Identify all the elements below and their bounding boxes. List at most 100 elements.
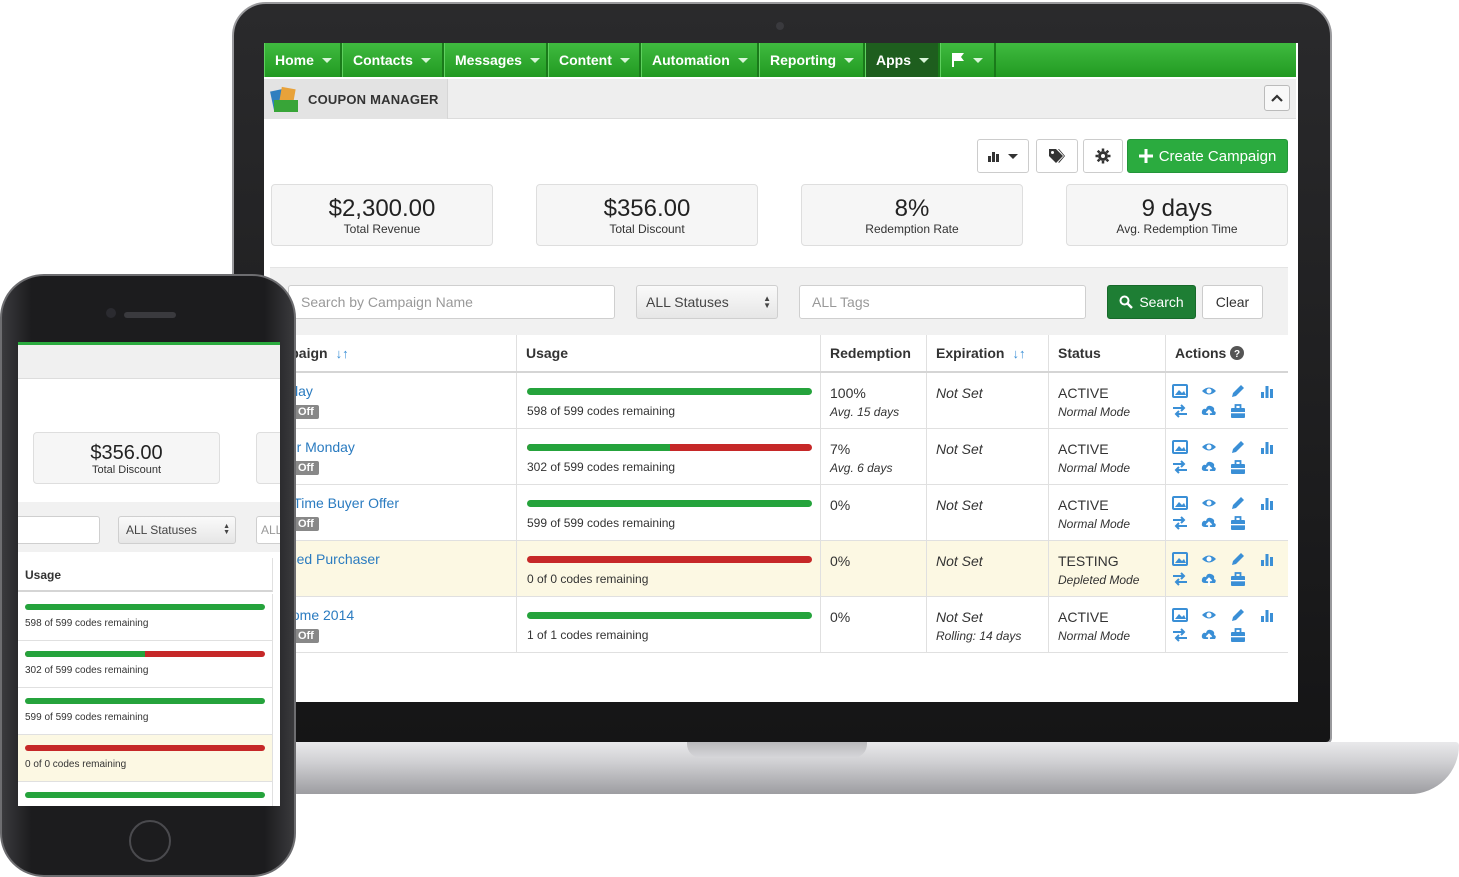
tag-icon <box>1049 149 1065 163</box>
nav-flag[interactable] <box>940 43 996 77</box>
cell-redemption: 0% <box>821 541 927 596</box>
pencil-icon[interactable] <box>1230 607 1246 623</box>
stats-icon[interactable] <box>1259 439 1275 455</box>
header-status-label: Status <box>1058 345 1101 361</box>
cell-redemption: 7% Avg. 6 days <box>821 429 927 484</box>
stats-icon[interactable] <box>1259 607 1275 623</box>
phone-usage-progress-bar <box>25 698 265 704</box>
settings-button[interactable] <box>1083 139 1123 173</box>
stats-icon[interactable] <box>1259 383 1275 399</box>
image-icon[interactable] <box>1172 383 1188 399</box>
tags-button[interactable] <box>1036 139 1078 173</box>
svg-text:?: ? <box>1234 349 1240 360</box>
briefcase-icon[interactable] <box>1230 627 1246 643</box>
image-icon[interactable] <box>1172 607 1188 623</box>
chevron-up-icon <box>1271 94 1283 102</box>
header-expiration[interactable]: Expiration ↓↑ <box>927 335 1049 371</box>
header-usage: Usage <box>517 335 821 371</box>
eye-icon[interactable] <box>1201 383 1217 399</box>
status-value: ACTIVE <box>1058 441 1109 457</box>
phone-search-input[interactable] <box>18 516 100 544</box>
image-icon[interactable] <box>1172 439 1188 455</box>
pencil-icon[interactable] <box>1230 551 1246 567</box>
table-row: rst Time Buyer Offer 5% Off 599 of 599 cod… <box>270 485 1288 541</box>
create-campaign-button[interactable]: Create Campaign <box>1127 139 1288 173</box>
collapse-button[interactable] <box>1264 85 1290 111</box>
phone-home-button <box>129 820 171 862</box>
select-arrows-icon: ▲ ▼ <box>223 523 230 536</box>
briefcase-icon[interactable] <box>1230 459 1246 475</box>
usage-text: 599 of 599 codes remaining <box>527 516 676 530</box>
phone-tags-input[interactable]: ALL <box>256 516 280 544</box>
cloud-upload-icon[interactable] <box>1201 515 1217 531</box>
cell-campaign: apsed Purchaser <box>270 541 517 596</box>
sort-icon[interactable]: ↓↑ <box>336 346 349 361</box>
cell-redemption: 100% Avg. 15 days <box>821 373 927 428</box>
header-campaign[interactable]: ampaign ↓↑ <box>270 335 517 371</box>
stat-value: $356.00 <box>603 195 691 222</box>
pencil-icon[interactable] <box>1230 439 1246 455</box>
eye-icon[interactable] <box>1201 551 1217 567</box>
briefcase-icon[interactable] <box>1230 515 1246 531</box>
nav-contacts[interactable]: Contacts <box>342 43 444 77</box>
swap-icon[interactable] <box>1172 403 1188 419</box>
clear-button[interactable]: Clear <box>1202 285 1263 319</box>
nav-reporting[interactable]: Reporting <box>759 43 865 77</box>
stat-label: Avg. Redemption Time <box>1116 222 1238 236</box>
tags-input[interactable]: ALL Tags <box>799 285 1086 319</box>
phone-status-value: ALL Statuses <box>126 523 197 537</box>
phone-status-select[interactable]: ALL Statuses ▲ ▼ <box>118 516 236 544</box>
row-actions <box>1172 551 1288 587</box>
nav-messages[interactable]: Messages <box>444 43 548 77</box>
header-actions: Actions ? <box>1166 335 1288 371</box>
eye-icon[interactable] <box>1201 439 1217 455</box>
cloud-upload-icon[interactable] <box>1201 403 1217 419</box>
search-button[interactable]: Search <box>1107 285 1196 319</box>
eye-icon[interactable] <box>1201 607 1217 623</box>
header-usage-label: Usage <box>526 345 569 361</box>
swap-icon[interactable] <box>1172 627 1188 643</box>
status-mode: Normal Mode <box>1058 461 1131 475</box>
nav-apps[interactable]: Apps <box>865 43 940 77</box>
swap-icon[interactable] <box>1172 571 1188 587</box>
sort-icon[interactable]: ↓↑ <box>1012 346 1025 361</box>
briefcase-icon[interactable] <box>1230 571 1246 587</box>
laptop-camera <box>776 22 784 30</box>
nav-home[interactable]: Home <box>264 43 342 77</box>
eye-icon[interactable] <box>1201 495 1217 511</box>
image-icon[interactable] <box>1172 495 1188 511</box>
cell-campaign: rthday0% Off <box>270 373 517 428</box>
status-value: ACTIVE <box>1058 497 1109 513</box>
pencil-icon[interactable] <box>1230 495 1246 511</box>
cell-usage: 598 of 599 codes remaining <box>517 373 821 428</box>
cloud-upload-icon[interactable] <box>1201 627 1217 643</box>
cell-campaign: elcome 2014 0% Off <box>270 597 517 652</box>
plus-icon <box>1138 149 1153 163</box>
search-button-label: Search <box>1139 294 1184 310</box>
cloud-upload-icon[interactable] <box>1201 459 1217 475</box>
chevron-down-icon <box>919 57 929 63</box>
header-status: Status <box>1049 335 1166 371</box>
briefcase-icon[interactable] <box>1230 403 1246 419</box>
cloud-upload-icon[interactable] <box>1201 571 1217 587</box>
usage-text: 302 of 599 codes remaining <box>527 460 676 474</box>
app-tab: COUPON MANAGER <box>264 79 448 119</box>
expiration-value: Not Set <box>936 441 983 457</box>
usage-progress-fill <box>527 388 812 395</box>
swap-icon[interactable] <box>1172 459 1188 475</box>
swap-icon[interactable] <box>1172 515 1188 531</box>
reports-dropdown-button[interactable] <box>977 139 1029 173</box>
stats-icon[interactable] <box>1259 495 1275 511</box>
phone-usage-progress-fill <box>25 651 145 657</box>
image-icon[interactable] <box>1172 551 1188 567</box>
nav-automation[interactable]: Automation <box>641 43 759 77</box>
cell-expiration: Not Set <box>927 541 1049 596</box>
stats-icon[interactable] <box>1259 551 1275 567</box>
app-titlebar: COUPON MANAGER <box>264 79 1296 119</box>
table-row: yber Monday 0% Off 302 of 599 codes remain… <box>270 429 1288 485</box>
status-select[interactable]: ALL Statuses ▲ ▼ <box>636 285 778 319</box>
pencil-icon[interactable] <box>1230 383 1246 399</box>
nav-content[interactable]: Content <box>548 43 641 77</box>
campaign-search-input[interactable]: Search by Campaign Name <box>288 285 615 319</box>
help-icon[interactable]: ? <box>1230 346 1245 360</box>
